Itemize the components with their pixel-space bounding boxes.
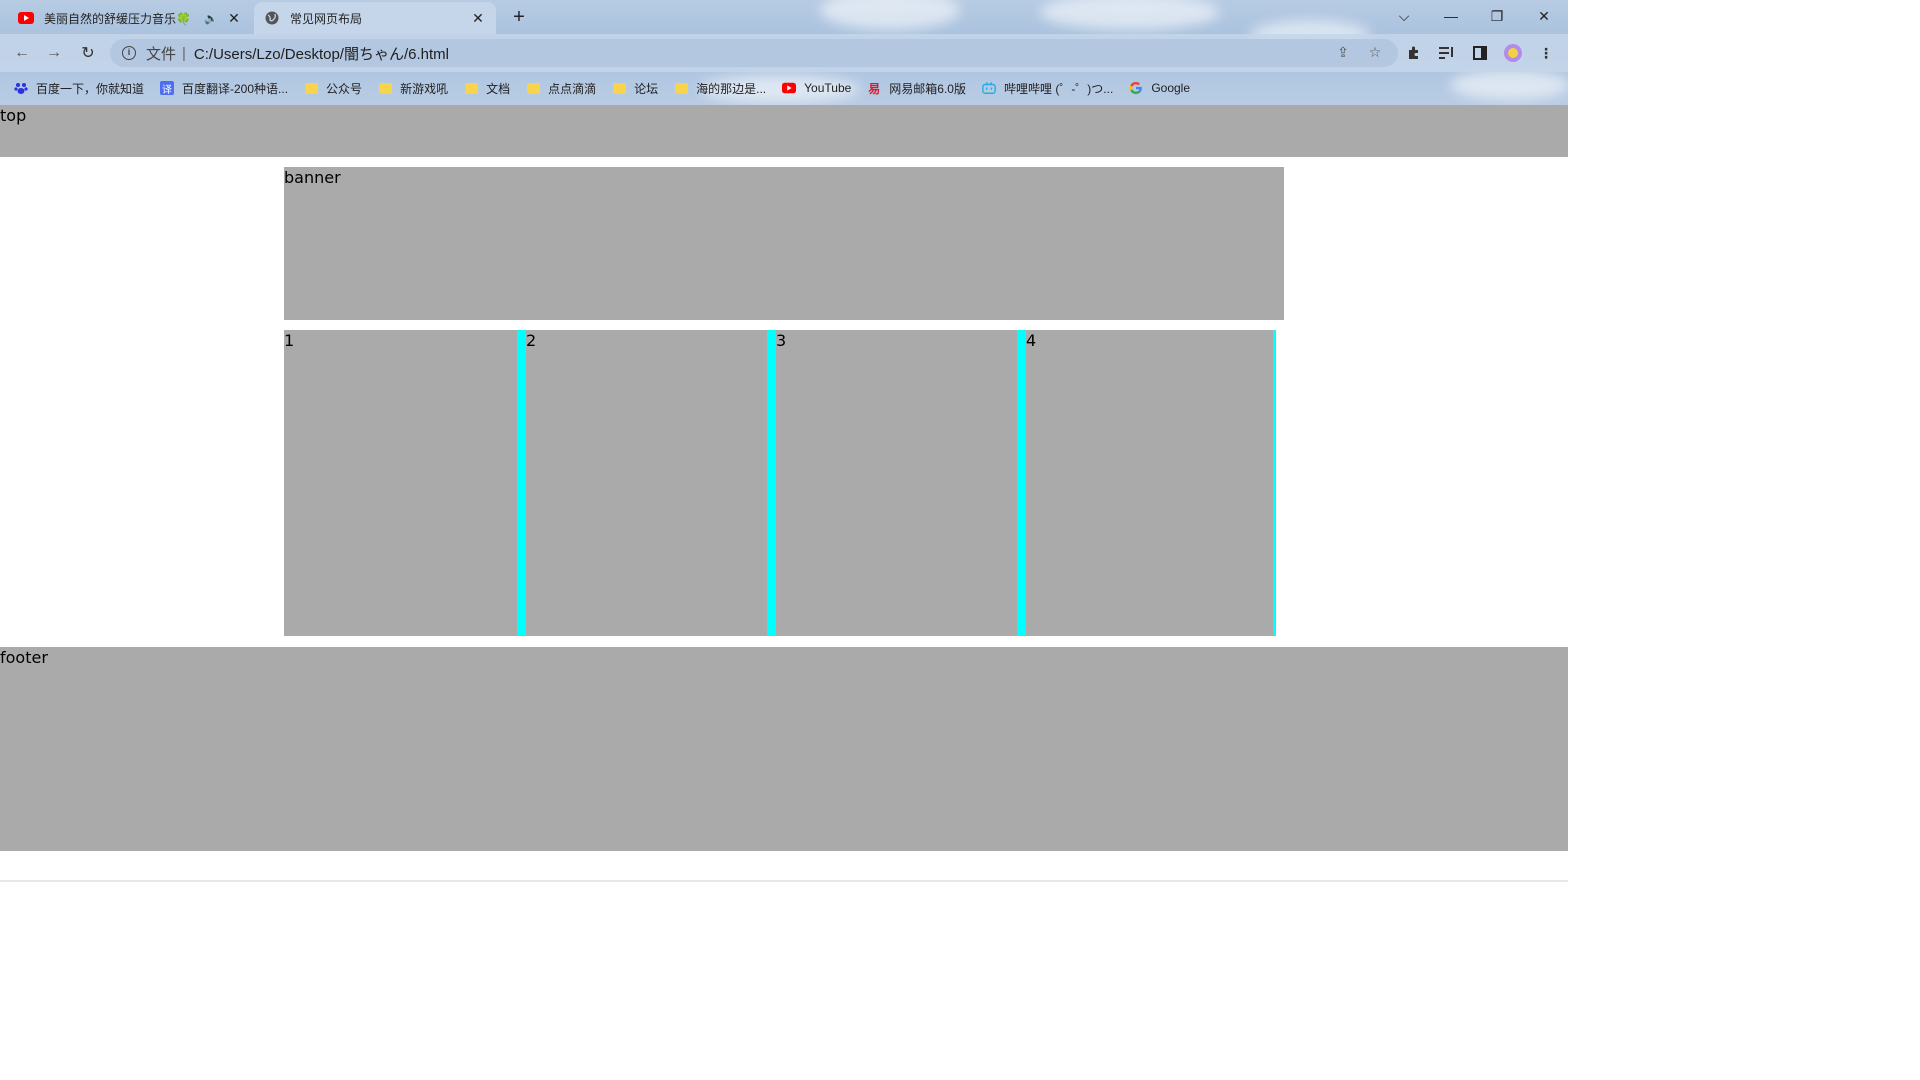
address-bar[interactable]: i 文件 | C:/Users/Lzo/Desktop/闇ちゃん/6.html … <box>110 39 1398 67</box>
baidu-icon <box>14 81 28 95</box>
bookmark-label: 网易邮箱6.0版 <box>889 81 966 96</box>
bookmark-folder[interactable]: 点点滴滴 <box>526 80 596 97</box>
forward-arrow-icon[interactable]: → <box>42 41 66 65</box>
footer-section: footer <box>0 647 1568 851</box>
bookmark-label: Google <box>1151 81 1191 95</box>
folder-icon <box>674 81 688 95</box>
bookmark-folder[interactable]: 文档 <box>464 80 510 97</box>
extensions-puzzle-icon[interactable] <box>1404 43 1424 63</box>
google-icon <box>1129 81 1143 95</box>
tab-layout[interactable]: 常见网页布局 ✕ <box>254 2 496 34</box>
close-window-button[interactable]: ✕ <box>1521 0 1567 32</box>
bookmark-folder[interactable]: 论坛 <box>612 80 658 97</box>
top-label: top <box>0 106 27 125</box>
tab-youtube-music[interactable]: 美丽自然的舒缓压力音乐🍀 🔈 ✕ <box>8 2 252 34</box>
bookmark-label: 百度翻译-200种语... <box>182 81 289 96</box>
tab-title: 常见网页布局 <box>290 11 363 26</box>
page-content: top banner 1 2 3 4 footer <box>0 105 1568 882</box>
restore-button[interactable]: ❐ <box>1474 0 1520 32</box>
bookmark-label: 哔哩哔哩 (゜-゜)つ... <box>1003 81 1114 96</box>
menu-kebab-icon[interactable]: ⋮ <box>1536 43 1556 63</box>
bookmark-folder[interactable]: 公众号 <box>304 80 362 97</box>
page-bottom-divider <box>0 880 1568 882</box>
column-label: 2 <box>526 331 537 350</box>
bookmark-google[interactable]: Google <box>1129 81 1190 95</box>
info-icon[interactable]: i <box>122 46 136 60</box>
bilibili-icon <box>982 81 996 95</box>
scheme-separator: | <box>182 44 186 62</box>
folder-icon <box>304 81 318 95</box>
side-panel-icon[interactable] <box>1470 43 1490 63</box>
column-label: 4 <box>1026 331 1037 350</box>
footer-label: footer <box>0 648 48 667</box>
folder-icon <box>526 81 540 95</box>
bookmark-label: 点点滴滴 <box>548 81 597 96</box>
column-4: 4 <box>1026 330 1276 636</box>
tab-title: 美丽自然的舒缓压力音乐🍀 <box>44 11 191 26</box>
bookmark-youtube[interactable]: YouTube <box>782 81 851 95</box>
share-icon[interactable]: ⇪ <box>1334 44 1352 62</box>
bookmark-folder[interactable]: 海的那边是... <box>674 80 766 97</box>
reading-list-icon[interactable] <box>1437 43 1457 63</box>
bookmark-label: 百度一下，你就知道 <box>36 81 145 96</box>
close-tab-icon[interactable]: ✕ <box>470 10 486 26</box>
netease-mail-icon: 易 <box>868 81 881 96</box>
tab-search-chevron-down-icon[interactable]: ⌵ <box>1381 0 1427 32</box>
youtube-icon <box>18 10 34 26</box>
globe-icon <box>264 10 280 26</box>
profile-avatar[interactable] <box>1503 43 1523 63</box>
column-2: 2 <box>526 330 776 636</box>
scheme-label: 文件 <box>146 45 177 63</box>
bookmark-folder[interactable]: 新游戏吼 <box>378 80 448 97</box>
bookmark-baidu-translate[interactable]: 译 百度翻译-200种语... <box>160 80 288 97</box>
bookmark-label: YouTube <box>804 81 852 95</box>
browser-chrome: 美丽自然的舒缓压力音乐🍀 🔈 ✕ 常见网页布局 ✕ + ⌵ — ❐ ✕ ← → … <box>0 0 1568 105</box>
bookmarks-bar: 百度一下，你就知道 译 百度翻译-200种语... 公众号 新游戏吼 文档 点点… <box>0 72 1568 104</box>
column-label: 3 <box>776 331 787 350</box>
new-tab-button[interactable]: + <box>506 5 532 31</box>
folder-icon <box>378 81 392 95</box>
reload-icon[interactable]: ↻ <box>76 41 100 65</box>
bookmark-label: 公众号 <box>326 81 363 96</box>
tab-strip: 美丽自然的舒缓压力音乐🍀 🔈 ✕ 常见网页布局 ✕ + ⌵ — ❐ ✕ <box>0 0 1568 34</box>
back-arrow-icon[interactable]: ← <box>10 41 34 65</box>
minimize-button[interactable]: — <box>1428 0 1474 32</box>
url-text[interactable]: C:/Users/Lzo/Desktop/闇ちゃん/6.html <box>194 43 449 64</box>
bookmark-star-icon[interactable]: ☆ <box>1366 44 1384 62</box>
toolbar: ← → ↻ i 文件 | C:/Users/Lzo/Desktop/闇ちゃん/6… <box>0 34 1568 72</box>
close-tab-icon[interactable]: ✕ <box>226 10 242 26</box>
columns-row: 1 2 3 4 <box>284 330 1284 636</box>
column-3: 3 <box>776 330 1026 636</box>
bookmark-netease-mail[interactable]: 易 网易邮箱6.0版 <box>867 80 966 97</box>
bookmark-baidu[interactable]: 百度一下，你就知道 <box>14 80 144 97</box>
translate-icon: 译 <box>160 81 175 96</box>
top-section: top <box>0 105 1568 157</box>
bookmark-label: 新游戏吼 <box>400 81 449 96</box>
bookmark-bilibili[interactable]: 哔哩哔哩 (゜-゜)つ... <box>982 80 1113 97</box>
youtube-icon <box>782 81 797 95</box>
folder-icon <box>464 81 478 95</box>
bookmark-label: 海的那边是... <box>696 81 767 96</box>
banner-section: banner <box>284 167 1284 320</box>
bookmark-label: 论坛 <box>634 81 659 96</box>
banner-label: banner <box>284 168 341 187</box>
column-1: 1 <box>284 330 526 636</box>
column-label: 1 <box>284 331 295 350</box>
folder-icon <box>612 81 626 95</box>
bookmark-label: 文档 <box>486 81 511 96</box>
speaker-icon[interactable]: 🔈 <box>204 12 218 25</box>
